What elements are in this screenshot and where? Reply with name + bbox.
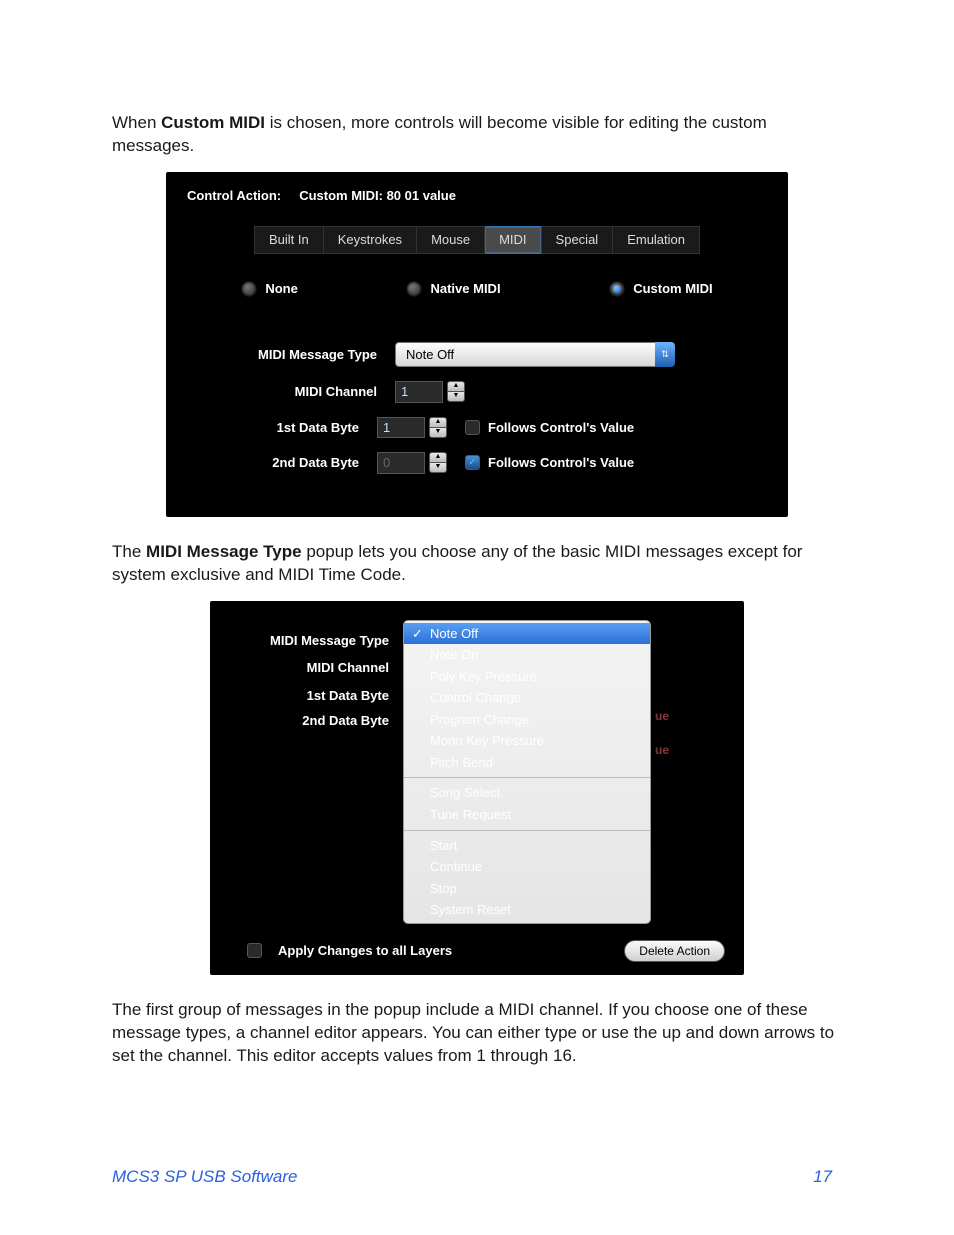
first-data-byte-input[interactable]: 1 [377,417,425,439]
midi-message-type-popup[interactable]: Note Off ⇅ [395,342,675,368]
midi-channel-input[interactable]: 1 [395,381,443,403]
radio-native-midi[interactable]: Native MIDI [406,280,500,298]
second-data-byte-label: 2nd Data Byte [187,454,377,472]
obscured-text: ue [655,742,669,758]
midi-channel-label: MIDI Channel [229,659,403,677]
intro-paragraph: When Custom MIDI is chosen, more control… [112,112,842,158]
delete-action-button[interactable]: Delete Action [624,940,725,962]
tab-special[interactable]: Special [542,226,614,254]
second-byte-follows-checkbox[interactable]: ✓ [465,455,480,470]
radio-icon [241,281,257,297]
chevron-updown-icon: ⇅ [655,342,675,368]
first-data-byte-label: 1st Data Byte [187,419,377,437]
second-byte-follows-label: Follows Control's Value [488,454,634,472]
control-action-panel: Control Action: Custom MIDI: 80 01 value… [166,172,788,517]
menu-item-note-on[interactable]: Note On [404,644,650,666]
menu-item-start[interactable]: Start [404,835,650,857]
first-data-byte-stepper[interactable]: ▲▼ [429,417,447,438]
page-number: 17 [813,1166,832,1189]
menu-item-system-reset[interactable]: System Reset [404,899,650,921]
first-data-byte-label: 1st Data Byte [229,687,403,705]
popup-description-paragraph: The MIDI Message Type popup lets you cho… [112,541,842,587]
channel-editor-paragraph: The first group of messages in the popup… [112,999,842,1068]
tab-bar: Built In Keystrokes Mouse MIDI Special E… [187,226,767,254]
radio-icon [406,281,422,297]
menu-item-mono-key-pressure[interactable]: Mono Key Pressure [404,730,650,752]
menu-item-stop[interactable]: Stop [404,878,650,900]
popup-menu-panel: MIDI Message Type MIDI Channel 1 1st Dat… [210,601,744,975]
menu-item-control-change[interactable]: Control Change [404,687,650,709]
panel-header: Control Action: Custom MIDI: 80 01 value [187,187,767,205]
midi-channel-label: MIDI Channel [187,383,395,401]
menu-item-continue[interactable]: Continue [404,856,650,878]
menu-item-note-off[interactable]: Note Off [404,623,650,645]
second-data-byte-input[interactable]: 0 [377,452,425,474]
menu-item-program-change[interactable]: Program Change [404,709,650,731]
tab-midi[interactable]: MIDI [485,226,541,254]
second-data-byte-label: 2nd Data Byte [229,712,403,730]
radio-custom-midi[interactable]: Custom MIDI [609,280,712,298]
menu-item-pitch-bend[interactable]: Pitch Bend [404,752,650,774]
radio-none[interactable]: None [241,280,298,298]
menu-item-tune-request[interactable]: Tune Request [404,804,650,826]
menu-item-poly-key-pressure[interactable]: Poly Key Pressure [404,666,650,688]
midi-message-type-label: MIDI Message Type [229,632,403,650]
midi-message-type-menu: Note Off Note On Poly Key Pressure Contr… [403,620,651,924]
first-byte-follows-label: Follows Control's Value [488,419,634,437]
radio-icon [609,281,625,297]
apply-all-layers-checkbox[interactable] [247,943,262,958]
midi-message-type-label: MIDI Message Type [187,346,395,364]
tab-mouse[interactable]: Mouse [417,226,485,254]
tab-built-in[interactable]: Built In [254,226,324,254]
footer-title: MCS3 SP USB Software [112,1166,298,1189]
tab-emulation[interactable]: Emulation [613,226,700,254]
tab-keystrokes[interactable]: Keystrokes [324,226,417,254]
second-data-byte-stepper[interactable]: ▲▼ [429,452,447,473]
menu-item-song-select[interactable]: Song Select [404,782,650,804]
first-byte-follows-checkbox[interactable] [465,420,480,435]
midi-channel-stepper[interactable]: ▲▼ [447,381,465,402]
apply-all-layers-label: Apply Changes to all Layers [278,942,452,960]
